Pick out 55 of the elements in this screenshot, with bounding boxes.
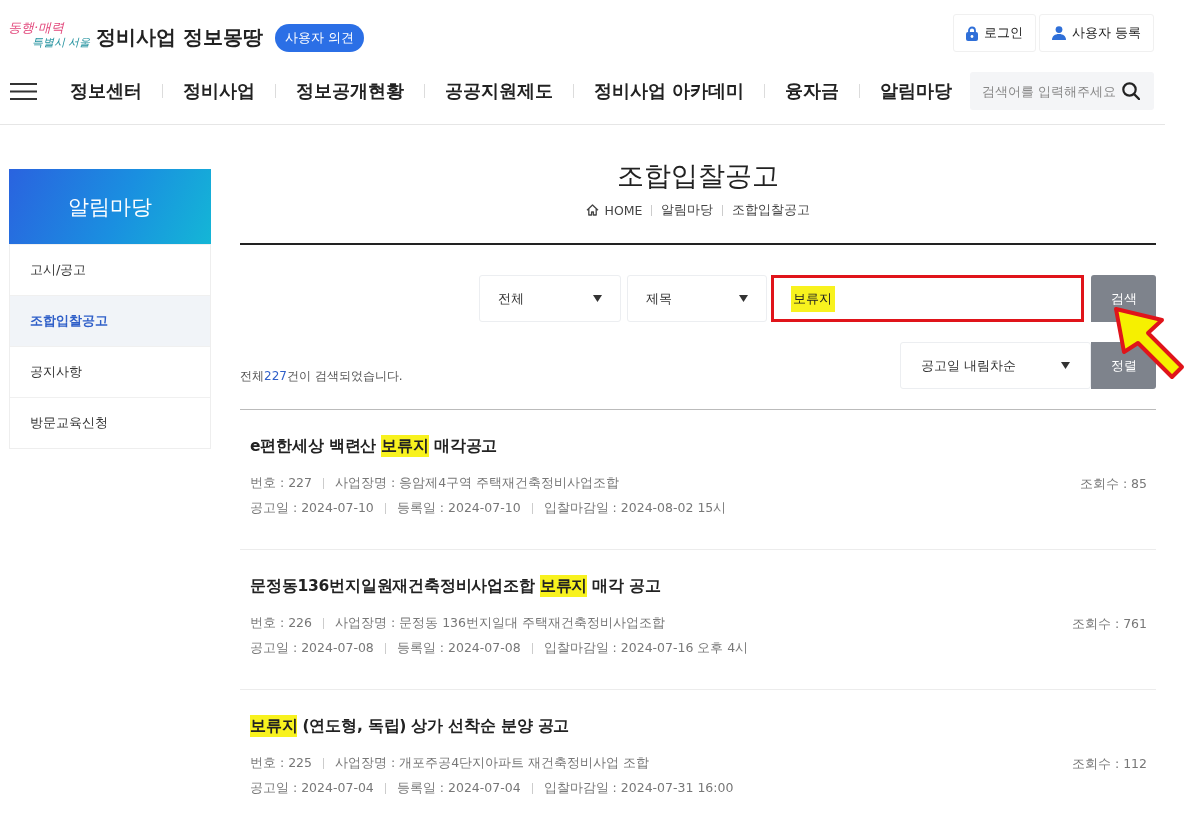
caret-icon <box>1061 362 1070 369</box>
view-count: 조회수 : 761 <box>1071 615 1147 633</box>
home-icon <box>585 204 599 216</box>
caret-icon <box>739 295 748 302</box>
result-count: 전체227건이 검색되었습니다. <box>240 368 403 385</box>
account-button[interactable]: 로그인 <box>952 14 1036 52</box>
nav-link[interactable]: 정보센터 <box>70 79 142 103</box>
sidebar-item[interactable]: 방문교육신청 <box>10 397 210 448</box>
post-meta: 입찰마감일 : 2024-07-16 오후 4시 <box>543 640 749 657</box>
post-meta: 입찰마감일 : 2024-08-02 15시 <box>543 500 727 517</box>
menu-icon[interactable] <box>10 82 37 100</box>
sort-dropdown[interactable]: 공고일 내림차순 <box>900 342 1091 389</box>
post-meta: 공고일 : 2024-07-10 <box>250 500 374 517</box>
city-slogan-logo[interactable]: 동행·매력 특별시 서울 <box>8 20 90 50</box>
post-meta: 번호 : 226 <box>250 615 313 632</box>
post-title[interactable]: 문정동136번지일원재건축정비사업조합 보류지 매각 공고 <box>250 574 661 599</box>
post-meta: 입찰마감일 : 2024-07-31 16:00 <box>543 780 734 797</box>
nav-link[interactable]: 알림마당 <box>880 79 953 103</box>
nav-link[interactable]: 융자금 <box>785 79 840 103</box>
sidebar-title: 알림마당 <box>9 169 211 244</box>
lock-icon <box>965 25 978 41</box>
view-count: 조회수 : 85 <box>1079 475 1147 493</box>
page-title: 조합입찰공고 <box>616 159 780 193</box>
post-meta: 공고일 : 2024-07-04 <box>250 780 374 797</box>
breadcrumb-link[interactable]: 조합입찰공고 <box>732 201 811 219</box>
user-icon <box>1051 26 1066 40</box>
post-title[interactable]: 보류지 (연도형, 독립) 상가 선착순 분양 공고 <box>250 714 570 739</box>
site-title[interactable]: 정비사업 정보몽땅 <box>96 23 263 51</box>
nav-link[interactable]: 공공지원제도 <box>445 79 553 103</box>
post-meta: 사업장명 : 개포주공4단지아파트 재건축정비사업 조합 <box>335 755 650 772</box>
nav-link[interactable]: 정비사업 아카데미 <box>594 79 745 103</box>
view-count: 조회수 : 112 <box>1071 755 1147 773</box>
search-icon[interactable] <box>1122 82 1140 100</box>
nav-link[interactable]: 정보공개현황 <box>296 79 404 103</box>
nav-link[interactable]: 정비사업 <box>183 79 255 103</box>
account-button[interactable]: 사용자 등록 <box>1038 14 1154 52</box>
sidebar-item[interactable]: 조합입찰공고 <box>10 295 210 346</box>
post-meta: 사업장명 : 문정동 136번지일대 주택재건축정비사업조합 <box>335 615 665 632</box>
post-meta: 번호 : 225 <box>250 755 313 772</box>
breadcrumb-link[interactable]: HOME <box>604 202 643 218</box>
caret-icon <box>593 295 602 302</box>
feedback-button[interactable]: 사용자 의견 <box>274 24 365 52</box>
post-meta: 사업장명 : 응암제4구역 주택재건축정비사업조합 <box>335 475 620 492</box>
post-meta: 공고일 : 2024-07-08 <box>250 640 374 657</box>
search-input[interactable]: 보류지 <box>771 275 1084 322</box>
post-meta: 등록일 : 2024-07-10 <box>396 500 521 517</box>
breadcrumb-link[interactable]: 알림마당 <box>661 201 714 219</box>
post-meta: 등록일 : 2024-07-08 <box>396 640 521 657</box>
sidebar-item[interactable]: 공지사항 <box>10 346 210 397</box>
post-meta: 등록일 : 2024-07-04 <box>396 780 521 797</box>
search-field[interactable]: 검색어를 입력해주세요 <box>970 72 1154 110</box>
scope-dropdown[interactable]: 전체 <box>479 275 621 322</box>
post-title[interactable]: e편한세상 백련산 보류지 매각공고 <box>250 434 498 459</box>
field-dropdown[interactable]: 제목 <box>627 275 767 322</box>
post-meta: 번호 : 227 <box>250 475 313 492</box>
